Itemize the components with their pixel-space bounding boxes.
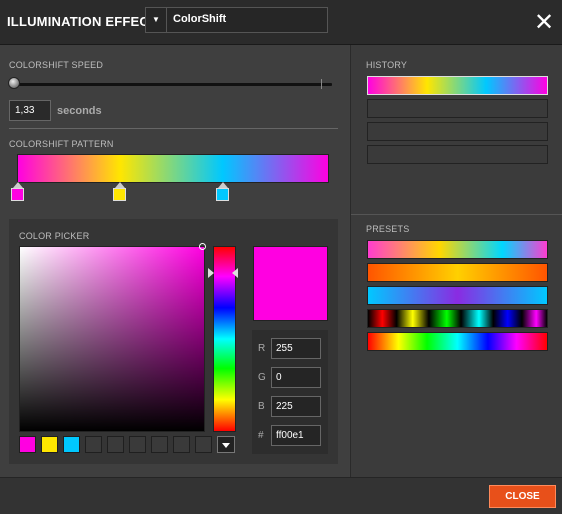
speed-unit-label: seconds [57,105,102,117]
b-label: B [258,401,265,412]
effect-dropdown[interactable]: ▼ ColorShift [145,7,328,33]
chevron-down-icon: ▼ [146,8,167,32]
close-button[interactable]: CLOSE [489,485,556,508]
right-divider [351,214,562,215]
color-picker-label: COLOR PICKER [19,231,90,241]
pattern-gradient-bar[interactable] [17,154,329,183]
swatch-1[interactable] [19,436,36,453]
preset-item[interactable] [367,309,548,328]
history-item[interactable] [367,76,548,95]
swatch-9[interactable] [195,436,212,453]
title-bar: ILLUMINATION EFFECT ▼ ColorShift ✕ [0,0,562,45]
preset-item[interactable] [367,240,548,259]
history-item[interactable] [367,122,548,141]
speed-label: COLORSHIFT SPEED [9,60,104,70]
g-input[interactable]: 0 [271,367,321,388]
pattern-stop-2[interactable] [113,182,126,202]
presets-label: PRESETS [366,224,410,234]
swatch-2[interactable] [41,436,58,453]
speed-slider-thumb[interactable] [8,77,20,89]
swatch-5[interactable] [107,436,124,453]
section-divider [9,128,338,129]
speed-input[interactable]: 1,33 [9,100,51,121]
picker-cursor[interactable] [199,243,206,250]
pattern-stop-3[interactable] [216,182,229,202]
color-preview [253,246,328,321]
hex-label: # [258,430,264,441]
swatch-3[interactable] [63,436,80,453]
stop-color-swatch [216,188,229,201]
pattern-label: COLORSHIFT PATTERN [9,139,114,149]
b-input[interactable]: 225 [271,396,321,417]
stop-color-swatch [11,188,24,201]
saturation-value-field[interactable] [19,246,205,432]
g-label: G [258,372,266,383]
effect-dropdown-value: ColorShift [173,13,227,25]
r-input[interactable]: 255 [271,338,321,359]
hex-input[interactable]: ff00e1 [271,425,321,446]
hue-marker-left-icon[interactable] [208,268,214,278]
swatch-menu-chevron-down-icon[interactable] [217,436,235,453]
pattern-stop-1[interactable] [11,182,24,202]
history-item[interactable] [367,99,548,118]
illumination-effect-dialog: ILLUMINATION EFFECT ▼ ColorShift ✕ COLOR… [0,0,562,514]
preset-item[interactable] [367,332,548,351]
stop-color-swatch [113,188,126,201]
swatch-7[interactable] [151,436,168,453]
swatch-6[interactable] [129,436,146,453]
swatch-4[interactable] [85,436,102,453]
preset-item[interactable] [367,263,548,282]
history-item[interactable] [367,145,548,164]
history-label: HISTORY [366,60,408,70]
preset-item[interactable] [367,286,548,305]
speed-slider-end-tick [321,79,322,89]
close-icon[interactable]: ✕ [532,8,556,36]
r-label: R [258,343,266,354]
footer-bar [0,477,562,514]
speed-slider-track[interactable] [10,83,332,86]
dialog-title: ILLUMINATION EFFECT [7,14,158,29]
swatch-8[interactable] [173,436,190,453]
hue-marker-right-icon[interactable] [232,268,238,278]
